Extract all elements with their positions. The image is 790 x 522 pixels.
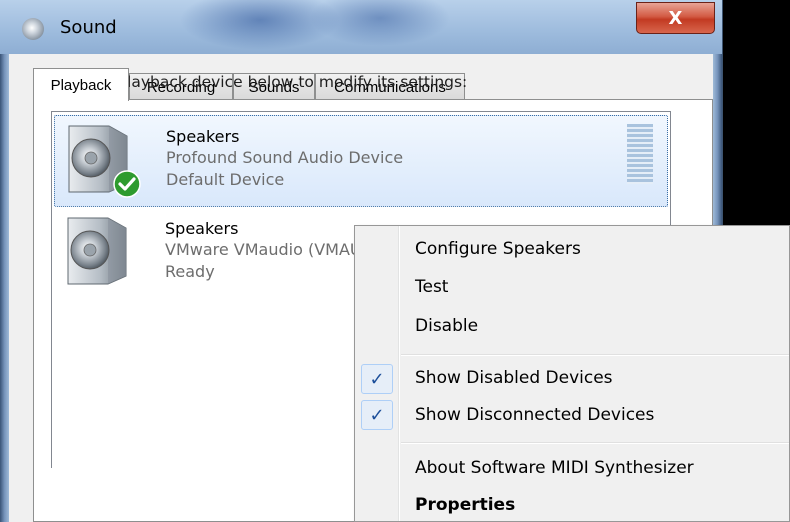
checkmark-icon: ✓	[361, 400, 393, 430]
device-context-menu: Configure Speakers Test Disable ✓ Show D…	[354, 225, 790, 522]
device-name: Speakers	[166, 127, 240, 146]
checkmark-icon: ✓	[361, 364, 393, 394]
close-button[interactable]: X	[636, 2, 715, 34]
menu-separator	[401, 354, 789, 356]
window-frame-left	[0, 54, 9, 522]
tab-playback[interactable]: Playback	[33, 68, 129, 101]
green-check-icon	[113, 170, 141, 198]
menu-item-test[interactable]: Test	[415, 277, 448, 297]
menu-item-show-disconnected-devices[interactable]: Show Disconnected Devices	[415, 405, 654, 425]
menu-item-properties[interactable]: Properties	[415, 495, 515, 515]
menu-item-disable[interactable]: Disable	[415, 316, 478, 336]
menu-item-show-disabled-devices[interactable]: Show Disabled Devices	[415, 368, 613, 388]
menu-separator	[401, 442, 789, 444]
device-item-speakers-default[interactable]: Speakers Profound Sound Audio Device Def…	[54, 115, 668, 207]
speaker-icon	[22, 18, 44, 40]
title-bar[interactable]: Sound X	[0, 0, 722, 54]
menu-gutter-divider	[398, 226, 400, 521]
device-description: Profound Sound Audio Device	[166, 148, 404, 167]
window-title: Sound	[60, 17, 117, 38]
close-icon: X	[668, 7, 683, 29]
device-name: Speakers	[165, 219, 239, 238]
menu-item-about-midi-synth[interactable]: About Software MIDI Synthesizer	[415, 458, 694, 478]
device-status: Ready	[165, 262, 215, 281]
menu-item-configure-speakers[interactable]: Configure Speakers	[415, 239, 581, 259]
device-status: Default Device	[166, 170, 285, 189]
speaker-icon	[67, 217, 127, 285]
tab-label: Playback	[50, 76, 112, 94]
volume-level-meter	[627, 124, 653, 184]
